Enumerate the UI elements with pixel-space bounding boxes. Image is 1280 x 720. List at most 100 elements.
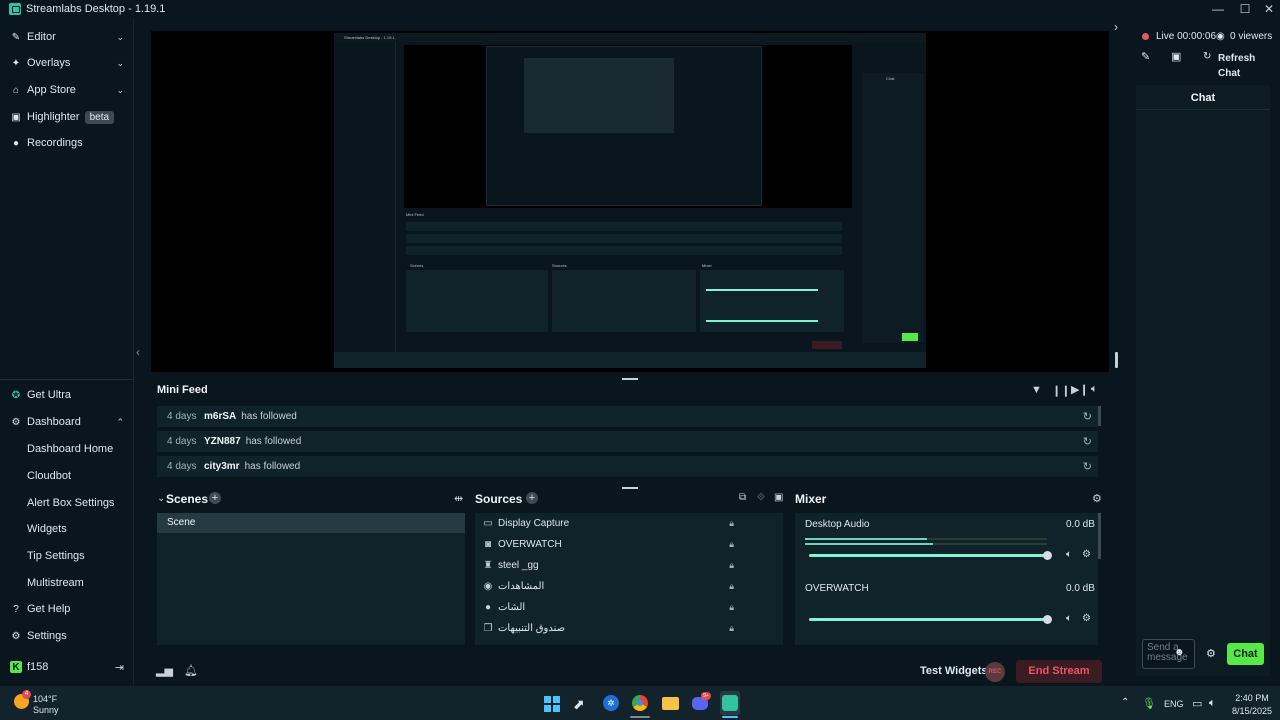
feed-scrollbar[interactable] xyxy=(1098,406,1101,426)
speaker-icon[interactable]: 🔈︎ xyxy=(1066,549,1072,560)
emoji-icon[interactable]: ☻ xyxy=(1174,647,1185,658)
streamlabs-taskbar-icon[interactable] xyxy=(722,695,738,711)
source-item[interactable]: ◉ المشاهدات 🔒︎ xyxy=(482,576,752,596)
source-item[interactable]: ❐ صندوق التنبيهات 🔒︎ xyxy=(482,618,752,638)
clock-date[interactable]: 8/15/2025 xyxy=(1228,706,1276,716)
rec-button[interactable]: REC xyxy=(985,662,1005,682)
nav-settings[interactable]: ⚙ Settings xyxy=(0,623,134,649)
repeat-icon[interactable]: ↻ xyxy=(1083,460,1092,473)
chrome-center xyxy=(637,700,643,706)
collapse-left-icon[interactable]: ‹ xyxy=(136,345,140,359)
tray-chevron-up-icon[interactable]: ⌃ xyxy=(1121,697,1129,708)
source-item[interactable]: ● الشات 🔒︎ xyxy=(482,597,752,617)
lock-icon[interactable]: 🔒︎ xyxy=(729,560,734,571)
lock-icon[interactable]: 🔒︎ xyxy=(729,518,734,529)
nav-multistream[interactable]: Multistream xyxy=(0,570,134,596)
gear-icon[interactable]: ⚙ xyxy=(1082,613,1091,624)
nav-editor[interactable]: ✎ Editor ⌄ xyxy=(0,24,134,50)
add-folder-icon[interactable]: ▣ xyxy=(774,492,783,503)
nav-app-store[interactable]: ⌂ App Store ⌄ xyxy=(0,77,134,103)
refresh-chat-button[interactable]: Refresh Chat xyxy=(1218,51,1255,81)
monitor-icon: ▭ xyxy=(483,517,493,529)
add-source-icon[interactable]: + xyxy=(526,492,538,504)
source-settings-icon[interactable]: ⧉ xyxy=(739,492,746,503)
chat-box xyxy=(1136,85,1270,676)
nav-cloudbot[interactable]: Cloudbot xyxy=(0,463,134,489)
nav-user[interactable]: K f158 ⇥ xyxy=(0,654,134,680)
chat-settings-icon[interactable]: ⚙ xyxy=(1206,647,1216,660)
clock-time[interactable]: 2:40 PM xyxy=(1232,693,1272,703)
nested-mixer-panel xyxy=(700,270,844,332)
edit-stream-icon[interactable]: ✎ xyxy=(1141,50,1150,63)
performance-icon[interactable]: ▂▅ xyxy=(156,664,173,677)
pause-icon[interactable]: ❙❙ xyxy=(1052,384,1070,397)
nav-overlays[interactable]: ✦ Overlays ⌄ xyxy=(0,50,134,76)
chat-send-button[interactable]: Chat xyxy=(1227,643,1264,665)
battlenet-icon[interactable]: ✲ xyxy=(603,695,619,711)
lock-icon[interactable]: 🔒︎ xyxy=(729,581,734,592)
nav-get-help[interactable]: ? Get Help xyxy=(0,596,134,622)
language-indicator[interactable]: ENG xyxy=(1164,699,1184,709)
source-label: steel _gg xyxy=(498,559,539,571)
nav-widgets[interactable]: Widgets xyxy=(0,516,134,542)
notification-bell-icon[interactable]: 🔔︎ xyxy=(184,664,198,677)
lock-icon[interactable]: 🔒︎ xyxy=(729,539,734,550)
minimize-button[interactable]: — xyxy=(1207,1,1229,17)
repeat-icon[interactable]: ↻ xyxy=(1083,435,1092,448)
nav-recordings[interactable]: ● Recordings xyxy=(0,130,134,156)
mixer-settings-icon[interactable]: ⚙ xyxy=(1092,492,1102,505)
drag-handle[interactable] xyxy=(622,487,638,489)
filter-icon[interactable]: ▼ xyxy=(1031,384,1042,396)
nav-dashboard[interactable]: ⚙ Dashboard ⌃ xyxy=(0,409,134,435)
nested-chat-button xyxy=(902,333,918,341)
source-item[interactable]: ◙ OVERWATCH 🔒︎ xyxy=(482,534,752,554)
test-widgets-button[interactable]: Test Widgets xyxy=(920,665,988,677)
windows-start-icon[interactable] xyxy=(544,696,560,712)
maximize-button[interactable]: ☐ xyxy=(1234,1,1256,17)
close-button[interactable]: ✕ xyxy=(1258,1,1280,17)
source-item[interactable]: ▭ Display Capture 🔒︎ xyxy=(482,513,752,533)
nav-highlighter[interactable]: ▣ Highlighter beta xyxy=(0,104,134,130)
refresh-icon[interactable]: ↻ xyxy=(1203,51,1211,62)
end-stream-button[interactable]: End Stream xyxy=(1016,660,1102,683)
volume-fader[interactable] xyxy=(809,554,1047,557)
add-scene-icon[interactable]: + xyxy=(209,492,221,504)
nav-tip-settings[interactable]: Tip Settings xyxy=(0,543,134,569)
volume-icon[interactable]: 🔈︎ xyxy=(1091,383,1098,396)
chevron-down-icon[interactable]: ⌄ xyxy=(157,493,165,504)
resize-handle[interactable] xyxy=(1115,352,1118,368)
nav-dashboard-home[interactable]: Dashboard Home xyxy=(0,436,134,462)
microphone-icon[interactable]: 🎙︎ xyxy=(1142,697,1156,710)
nested-title-bar xyxy=(334,33,926,42)
fader-knob[interactable] xyxy=(1043,615,1052,624)
streamlabs-logo-icon xyxy=(9,3,21,15)
file-explorer-icon[interactable] xyxy=(662,697,679,710)
lock-icon[interactable]: 🔒︎ xyxy=(729,602,734,613)
collapse-right-icon[interactable]: › xyxy=(1114,20,1118,34)
channel-level: 0.0 dB xyxy=(1066,519,1095,530)
volume-fader[interactable] xyxy=(809,618,1047,621)
fader-knob[interactable] xyxy=(1043,551,1052,560)
repeat-icon[interactable]: ↻ xyxy=(1083,410,1092,423)
nav-alert-box-settings[interactable]: Alert Box Settings xyxy=(0,490,134,516)
scene-item[interactable]: Scene xyxy=(157,513,465,533)
drag-handle[interactable] xyxy=(622,378,638,380)
chevron-up-icon: ⌃ xyxy=(116,416,124,427)
logout-icon[interactable]: ⇥ xyxy=(115,661,124,674)
nav-label: Settings xyxy=(27,630,67,642)
speaker-tray-icon[interactable]: 🔈︎ xyxy=(1209,697,1216,710)
mixer-scrollbar[interactable] xyxy=(1098,513,1101,559)
gear-icon[interactable]: ⚙ xyxy=(1082,549,1091,560)
group-icon[interactable]: ⟐ xyxy=(757,492,765,503)
send-message-input[interactable]: Send a message xyxy=(1142,639,1195,669)
skip-icon[interactable]: ▶❙ xyxy=(1071,383,1089,396)
steam-icon[interactable]: ⬈ xyxy=(573,696,585,713)
camera-icon[interactable]: ▣ xyxy=(1171,50,1181,63)
speaker-icon[interactable]: 🔈︎ xyxy=(1066,613,1072,624)
refresh-label: Refresh xyxy=(1218,53,1256,64)
scene-transition-icon[interactable]: ⇹ xyxy=(454,492,463,505)
nav-get-ultra[interactable]: ✪ Get Ultra xyxy=(0,382,134,408)
network-icon[interactable]: ▭ xyxy=(1192,697,1202,710)
lock-icon[interactable]: 🔒︎ xyxy=(729,623,734,634)
source-item[interactable]: ♜ steel _gg 🔒︎ xyxy=(482,555,752,575)
